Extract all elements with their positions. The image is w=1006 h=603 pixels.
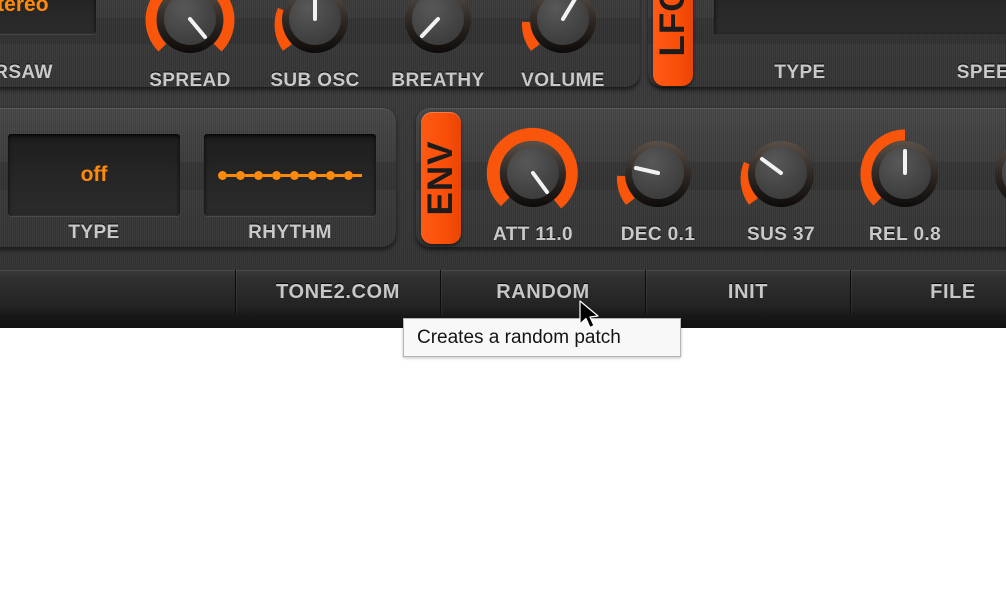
synth-window: stereo ERSAW SPREAD (0, 0, 1006, 328)
rhythm-step-dash (281, 173, 290, 177)
rhythm-step-dot (254, 170, 263, 180)
toolbar-button-random[interactable]: RANDOM (440, 270, 646, 314)
rhythm-step-dot (308, 170, 317, 180)
rhythm-step-dash (299, 173, 308, 177)
knob-sub-osc[interactable]: SUB OSC (265, 0, 365, 91)
osc-waveform-display[interactable]: stereo (0, 0, 96, 34)
arp-type-display[interactable]: off (8, 134, 180, 216)
arp-rhythm-display[interactable] (204, 134, 376, 216)
knob-release[interactable]: REL 0.8 (855, 124, 955, 245)
knob-spread[interactable]: SPREAD (140, 0, 240, 91)
arp-rhythm-label: RHYTHM (248, 222, 332, 243)
lfo-type-label: TYPE (774, 62, 826, 83)
knob-sub-osc-graphic[interactable] (265, 0, 365, 70)
toolbar-button-init[interactable]: INIT (645, 270, 851, 314)
knob-attack[interactable]: ATT 11.0 (483, 124, 583, 245)
knob-sustain[interactable]: SUS 37 (731, 124, 831, 245)
knob-volume[interactable]: VOLUME (513, 0, 613, 91)
rhythm-step-dash (245, 173, 254, 177)
tooltip-text: Creates a random patch (417, 326, 621, 348)
arp-type-value: off (80, 163, 108, 186)
lfo-section-tab[interactable]: LFO (653, 0, 693, 86)
knob-volume-label: VOLUME (521, 70, 605, 91)
knob-velocity[interactable]: VE (978, 124, 1006, 224)
lfo-value-display[interactable]: Random BPM (714, 0, 1006, 34)
rhythm-step-dash (263, 173, 272, 177)
knob-spread-graphic[interactable] (140, 0, 240, 70)
rhythm-step-dot (326, 170, 335, 180)
lfo-tab-label: LFO (653, 0, 692, 57)
knob-velocity-graphic[interactable] (978, 124, 1006, 224)
osc-waveform-label: ERSAW (0, 62, 53, 83)
knob-decay[interactable]: DEC 0.1 (608, 124, 708, 245)
rhythm-step-dot (290, 170, 299, 180)
bottom-button-bar: TONE2.COM RANDOM INIT FILE (0, 270, 1006, 314)
rhythm-step-dash (335, 173, 344, 177)
toolbar-button-file[interactable]: FILE (850, 270, 1006, 314)
env-tab-label: ENV (421, 140, 460, 216)
osc-waveform-value: stereo (0, 0, 49, 16)
knob-decay-graphic[interactable] (608, 124, 708, 224)
rhythm-step-dot (218, 170, 227, 180)
knob-volume-graphic[interactable] (513, 0, 613, 70)
toolbar-button-blank[interactable] (0, 270, 236, 314)
knob-attack-graphic[interactable] (483, 124, 583, 224)
knob-breathy-graphic[interactable] (388, 0, 488, 70)
rhythm-step-dot (272, 170, 281, 180)
rhythm-step-dash (353, 173, 362, 177)
toolbar-button-tone2[interactable]: TONE2.COM (235, 270, 441, 314)
tooltip: Creates a random patch (403, 318, 681, 357)
knob-release-graphic[interactable] (855, 124, 955, 224)
rhythm-step-dash (227, 173, 236, 177)
rhythm-step-dot (236, 170, 245, 180)
knob-sustain-graphic[interactable] (731, 124, 831, 224)
arp-type-label: TYPE (68, 222, 120, 243)
rhythm-step-dot (344, 170, 353, 180)
knob-velocity-label: VE (948, 224, 1006, 246)
lfo-speed-label: SPEED (956, 62, 1006, 83)
knob-breathy[interactable]: BREATHY (388, 0, 488, 91)
rhythm-step-dash (317, 173, 326, 177)
